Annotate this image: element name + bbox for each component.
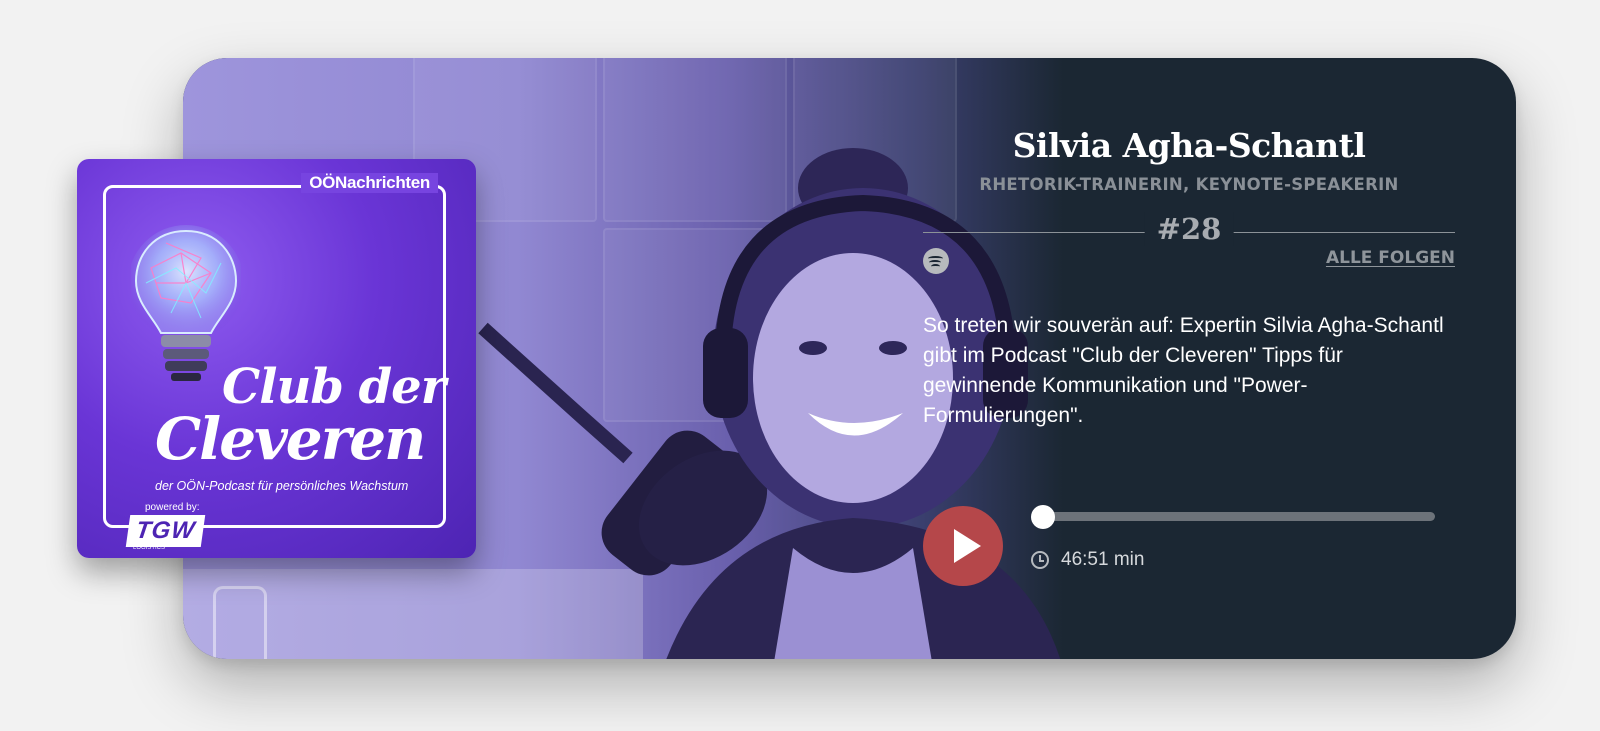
all-episodes-link[interactable]: ALLE FOLGEN: [1326, 248, 1455, 268]
powered-by-label: powered by:: [145, 502, 200, 513]
guest-name: Silvia Agha-Schantl: [1012, 126, 1366, 165]
brand-logo: OÖNachrichten: [301, 173, 438, 193]
sponsor-sub: LOGISTICS: [133, 545, 166, 551]
clock-icon: [1031, 551, 1049, 569]
play-icon: [954, 529, 981, 563]
episode-info: Silvia Agha-Schantl RHETORIK-TRAINERIN, …: [923, 58, 1455, 659]
progress-handle[interactable]: [1031, 505, 1055, 529]
episode-number: #28: [1144, 212, 1234, 246]
progress-track[interactable]: [1035, 512, 1435, 521]
spotify-icon[interactable]: [923, 248, 949, 274]
guest-role: RHETORIK-TRAINERIN, KEYNOTE-SPEAKERIN: [979, 175, 1399, 194]
podcast-cover: OÖNachrichten Club der Cleveren der OÖN-…: [77, 159, 476, 558]
episode-description: So treten wir souverän auf: Expertin Sil…: [923, 314, 1444, 427]
podcast-subtitle: der OÖN-Podcast für persönliches Wachstu…: [155, 479, 409, 493]
sponsor-logo: TGW: [125, 515, 206, 547]
duration: 46:51 min: [1061, 549, 1145, 570]
play-button[interactable]: [923, 506, 1003, 586]
podcast-title-line2: Cleveren: [155, 405, 426, 473]
